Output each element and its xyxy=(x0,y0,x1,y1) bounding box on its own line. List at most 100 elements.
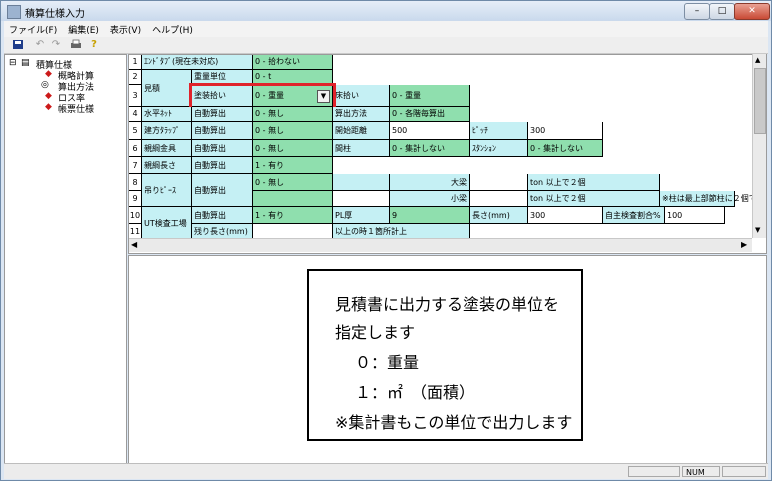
redo-icon[interactable]: ↷ xyxy=(50,39,62,50)
window-title: 積算仕様入力 xyxy=(25,9,85,20)
selection-highlight xyxy=(189,83,336,110)
cell-group: 見積 xyxy=(142,70,192,107)
num-indicator: NUM xyxy=(682,466,720,477)
cell-group: UT検査工場 xyxy=(142,207,192,240)
cell-label: 間柱 xyxy=(333,140,390,157)
row-number: 4 xyxy=(129,107,142,122)
tree-folder-icon: ▤ xyxy=(21,58,30,68)
help-line: ０：重量 xyxy=(355,353,420,372)
cell-value[interactable]: 100 xyxy=(665,207,725,224)
cell-label: ton 以上で２個 xyxy=(528,174,660,191)
tree-item-chohyo[interactable]: 帳票仕様 xyxy=(58,102,94,115)
cell-group: 建方ﾀﾗｯﾌﾟ xyxy=(142,122,192,140)
cell-label: 大梁 xyxy=(390,174,470,191)
cell-value[interactable]: 0 - 各階毎算出 xyxy=(390,107,470,122)
help-box: 見積書に出力する塗装の単位を 指定します ０：重量 １：㎡ （面積） ※集計書も… xyxy=(307,269,583,441)
cell-label: ｽﾀﾝｼｮﾝ xyxy=(470,140,528,157)
cell-label: 自動算出 xyxy=(192,140,253,157)
scroll-right-icon[interactable]: ▶ xyxy=(741,240,747,249)
cell-value[interactable]: 0 - 集計しない xyxy=(528,140,603,157)
row-number: 3 xyxy=(129,85,142,107)
row-number: 6 xyxy=(129,140,142,157)
row-number: 7 xyxy=(129,157,142,174)
cell-note: ※柱は最上部節柱に２個で算出 xyxy=(660,191,766,207)
cell-value[interactable]: 0 - 無し xyxy=(253,174,333,191)
cell-value[interactable]: 0 - 集計しない xyxy=(390,140,470,157)
help-icon[interactable]: ? xyxy=(88,39,100,50)
row-number: 5 xyxy=(129,122,142,140)
menu-edit[interactable]: 編集(E) xyxy=(63,21,105,36)
cell-label: 床拾い xyxy=(333,85,390,107)
cell-input[interactable] xyxy=(470,191,528,207)
menu-view[interactable]: 表示(V) xyxy=(105,21,147,36)
menu-file[interactable]: ファイル(F) xyxy=(4,21,63,36)
spec-grid: 1 2 3 4 5 6 7 8 9 10 11 ｴﾝﾄﾞﾀﾌﾞ(現在未対応) 0… xyxy=(128,54,767,254)
diamond-icon: ◆ xyxy=(45,102,52,112)
scroll-up-icon[interactable]: ▲ xyxy=(755,56,760,64)
print-icon[interactable] xyxy=(70,39,82,50)
cell-label: 自動算出 xyxy=(192,207,253,224)
cell-value[interactable]: 1 - 有り xyxy=(253,157,333,174)
app-icon xyxy=(7,5,21,19)
cell-group: 吊りﾋﾟｰｽ xyxy=(142,174,192,207)
title-bar: 積算仕様入力 – □ ✕ xyxy=(1,1,771,21)
cell-label: 小梁 xyxy=(390,191,470,207)
minimize-button[interactable]: – xyxy=(684,3,710,20)
cell-label: 開始距離 xyxy=(333,122,390,140)
cell-empty xyxy=(333,174,390,191)
cell-label: ton 以上で２個 xyxy=(528,191,660,207)
cell-label: 自動算出 xyxy=(192,174,253,207)
cell-input[interactable] xyxy=(470,174,528,191)
cell-value[interactable]: 0 - 無し xyxy=(253,140,333,157)
menu-help[interactable]: ヘルプ(H) xyxy=(147,21,199,36)
cell-label: 自主検査割合% xyxy=(603,207,665,224)
cell-group: 水平ﾈｯﾄ xyxy=(142,107,192,122)
help-line: １：㎡ （面積） xyxy=(355,383,476,402)
cell-label: ｴﾝﾄﾞﾀﾌﾞ(現在未対応) xyxy=(142,55,253,70)
diamond-icon: ◆ xyxy=(45,69,52,79)
cell-value[interactable]: 0 - 無し xyxy=(253,107,333,122)
row-number: 10 xyxy=(129,207,142,224)
cell-label: ﾋﾟｯﾁ xyxy=(470,122,528,140)
cell-label: 自動算出 xyxy=(192,157,253,174)
scroll-down-icon[interactable]: ▼ xyxy=(755,226,760,234)
diamond-icon: ◆ xyxy=(45,91,52,101)
cell-value[interactable]: 300 xyxy=(528,122,603,140)
row-number: 9 xyxy=(129,191,142,207)
cell-empty xyxy=(333,191,390,207)
cell-group: 親綱長さ xyxy=(142,157,192,174)
row-number: 1 xyxy=(129,55,142,70)
cell-label: 算出方法 xyxy=(333,107,390,122)
scroll-left-icon[interactable]: ◀ xyxy=(131,240,137,249)
cell-value[interactable]: 0 - 無し xyxy=(253,122,333,140)
close-button[interactable]: ✕ xyxy=(734,3,770,20)
cell-value[interactable]: 1 - 有り xyxy=(253,207,333,224)
eye-icon: ◎ xyxy=(41,80,49,90)
row-number: 2 xyxy=(129,70,142,85)
help-line: 指定します xyxy=(335,323,416,342)
cell-empty xyxy=(253,191,333,207)
tree-expand-icon[interactable]: ⊟ xyxy=(9,58,17,68)
status-pane xyxy=(722,466,766,477)
cell-label: 自動算出 xyxy=(192,107,253,122)
row-number: 8 xyxy=(129,174,142,191)
status-bar: NUM xyxy=(4,463,768,479)
cell-label: 長さ(mm) xyxy=(470,207,528,224)
horizontal-scrollbar[interactable]: ◀ ▶ xyxy=(129,238,752,252)
status-pane xyxy=(628,466,680,477)
cell-group: 親綱金具 xyxy=(142,140,192,157)
cell-value[interactable]: 0 - 拾わない xyxy=(253,55,333,70)
tree-view: ⊟ ▤ 積算仕様 ◆ 概略計算 ◎ 算出方法 ◆ ロス率 ◆ 帳票仕様 xyxy=(4,54,127,465)
scroll-thumb[interactable] xyxy=(754,68,766,134)
cell-value[interactable]: 0 - 重量 xyxy=(390,85,470,107)
undo-icon[interactable]: ↶ xyxy=(34,39,46,50)
cell-value[interactable]: 500 xyxy=(390,122,470,140)
cell-value[interactable]: 300 xyxy=(528,207,603,224)
cell-label: 自動算出 xyxy=(192,122,253,140)
cell-value[interactable]: 9 xyxy=(390,207,470,224)
toolbar: ↶ ↷ ? xyxy=(4,37,768,54)
vertical-scrollbar[interactable]: ▲ ▼ xyxy=(752,54,766,238)
maximize-button[interactable]: □ xyxy=(709,3,735,20)
save-icon[interactable] xyxy=(12,39,24,50)
cell-label: PL厚 xyxy=(333,207,390,224)
